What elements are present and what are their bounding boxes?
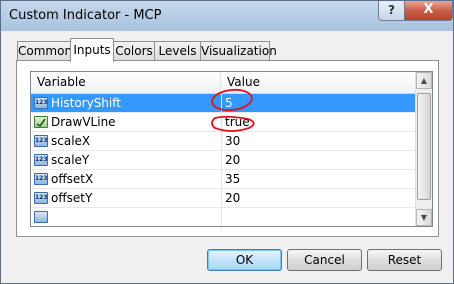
table-row[interactable]: 123 scaleX 30 <box>31 132 415 151</box>
vertical-scrollbar[interactable]: ▲ ▼ <box>415 72 432 226</box>
variable-name: offsetX <box>51 172 94 186</box>
close-button[interactable]: X <box>404 1 453 21</box>
numeric-icon: 123 <box>34 192 48 204</box>
boolean-icon <box>34 116 48 128</box>
numeric-icon <box>34 211 48 223</box>
table-row[interactable]: 123 offsetY 20 <box>31 189 415 208</box>
variable-name: scaleX <box>51 134 91 148</box>
variable-value[interactable]: true <box>225 113 250 131</box>
table-row[interactable]: DrawVLine true <box>31 113 415 132</box>
cancel-button[interactable]: Cancel <box>287 249 362 271</box>
numeric-icon: 123 <box>34 135 48 147</box>
scrollbar-thumb[interactable] <box>417 93 431 200</box>
help-button[interactable]: ? <box>378 1 405 21</box>
variable-name: offsetY <box>51 191 93 205</box>
inputs-grid: Variable Value 123 HistoryShift 5 DrawVL… <box>30 71 433 227</box>
close-icon: X <box>423 2 434 17</box>
tab-levels[interactable]: Levels <box>154 41 201 61</box>
grid-header: Variable Value <box>31 72 415 94</box>
column-header-value[interactable]: Value <box>221 72 415 93</box>
numeric-icon: 123 <box>34 173 48 185</box>
variable-value[interactable]: 30 <box>225 132 240 150</box>
scroll-up-icon[interactable]: ▲ <box>416 72 432 89</box>
ok-button[interactable]: OK <box>207 249 282 271</box>
numeric-icon: 123 <box>34 154 48 166</box>
tab-colors[interactable]: Colors <box>113 41 155 61</box>
variable-value[interactable]: 35 <box>225 170 240 188</box>
help-icon: ? <box>388 3 395 17</box>
variable-name: HistoryShift <box>51 96 121 110</box>
tab-inputs[interactable]: Inputs <box>70 38 114 62</box>
inputs-panel: Variable Value 123 HistoryShift 5 DrawVL… <box>16 60 439 237</box>
tab-visualization[interactable]: Visualization <box>200 41 277 61</box>
column-header-variable[interactable]: Variable <box>31 72 221 93</box>
variable-name: scaleY <box>51 153 90 167</box>
variable-name: DrawVLine <box>51 115 116 129</box>
table-row[interactable]: 123 offsetX 35 <box>31 170 415 189</box>
table-row[interactable]: 123 scaleY 20 <box>31 151 415 170</box>
reset-button[interactable]: Reset <box>367 249 442 271</box>
scroll-down-icon[interactable]: ▼ <box>416 209 432 226</box>
numeric-icon: 123 <box>34 97 48 109</box>
variable-value[interactable]: 20 <box>225 151 240 169</box>
dialog-window: Custom Indicator - MCP ? X Common Inputs… <box>0 0 454 284</box>
variable-value[interactable]: 20 <box>225 189 240 207</box>
table-row-partial[interactable] <box>31 208 415 226</box>
variable-value[interactable]: 5 <box>225 94 233 112</box>
table-row[interactable]: 123 HistoryShift 5 <box>31 94 415 113</box>
title-bar[interactable]: Custom Indicator - MCP ? X <box>1 1 453 31</box>
window-title: Custom Indicator - MCP <box>9 8 162 23</box>
tab-common[interactable]: Common <box>17 41 72 61</box>
